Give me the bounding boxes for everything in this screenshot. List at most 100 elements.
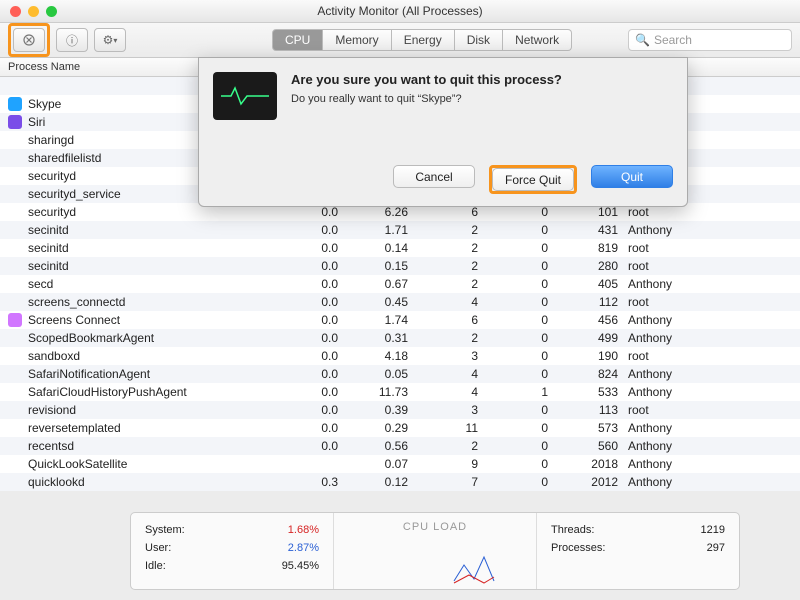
cell-cpu: 0.3 [278, 475, 348, 489]
highlight-force-quit: Force Quit [489, 165, 577, 194]
threads-label: Threads: [551, 521, 594, 539]
tab-network[interactable]: Network [503, 29, 572, 51]
cell-cpu: 0.0 [278, 421, 348, 435]
cell-pid: 533 [558, 385, 628, 399]
cell-user: Anthony [628, 385, 708, 399]
cell-cpu: 0.0 [278, 277, 348, 291]
table-row[interactable]: secinitd0.01.7120431Anthony [0, 221, 800, 239]
tab-memory[interactable]: Memory [323, 29, 391, 51]
cell-th: 4 [418, 385, 488, 399]
processes-label: Processes: [551, 539, 605, 557]
force-quit-button[interactable]: Force Quit [492, 168, 574, 191]
search-icon: 🔍 [635, 33, 650, 47]
titlebar: Activity Monitor (All Processes) [0, 0, 800, 23]
process-name: sandboxd [28, 349, 278, 363]
search-input[interactable]: 🔍 Search [628, 29, 792, 51]
cell-t: 0.29 [348, 421, 418, 435]
window-title: Activity Monitor (All Processes) [0, 4, 800, 18]
table-row[interactable]: revisiond0.00.3930113root [0, 401, 800, 419]
cell-cpu: 0.0 [278, 205, 348, 219]
cell-user: Anthony [628, 457, 708, 471]
user-value: 2.87% [288, 539, 319, 557]
quit-button[interactable]: Quit [591, 165, 673, 188]
system-value: 1.68% [288, 521, 319, 539]
cell-user: root [628, 295, 708, 309]
tab-energy[interactable]: Energy [392, 29, 455, 51]
tab-cpu[interactable]: CPU [272, 29, 323, 51]
process-name: secd [28, 277, 278, 291]
info-button[interactable]: ⓘ [56, 28, 88, 52]
process-name: secinitd [28, 223, 278, 237]
table-row[interactable]: sandboxd0.04.1830190root [0, 347, 800, 365]
activity-monitor-icon [213, 72, 277, 120]
table-row[interactable]: secinitd0.00.1520280root [0, 257, 800, 275]
cell-th: 2 [418, 223, 488, 237]
cell-th: 11 [418, 421, 488, 435]
cell-i: 0 [488, 259, 558, 273]
stop-process-button[interactable] [13, 28, 45, 52]
table-row[interactable]: screens_connectd0.00.4540112root [0, 293, 800, 311]
table-row[interactable]: secd0.00.6720405Anthony [0, 275, 800, 293]
process-name: SafariNotificationAgent [28, 367, 278, 381]
table-row[interactable]: reversetemplated0.00.29110573Anthony [0, 419, 800, 437]
cell-t: 4.18 [348, 349, 418, 363]
tab-bar: CPU Memory Energy Disk Network [272, 29, 572, 51]
cell-i: 1 [488, 385, 558, 399]
cell-cpu: 0.0 [278, 403, 348, 417]
cell-cpu: 0.0 [278, 241, 348, 255]
cell-pid: 456 [558, 313, 628, 327]
cell-t: 1.74 [348, 313, 418, 327]
cell-i: 0 [488, 277, 558, 291]
table-row[interactable]: quicklookd0.30.12702012Anthony [0, 473, 800, 491]
cell-pid: 824 [558, 367, 628, 381]
table-row[interactable]: secinitd0.00.1420819root [0, 239, 800, 257]
cell-user: Anthony [628, 331, 708, 345]
cell-user: root [628, 241, 708, 255]
cell-t: 0.45 [348, 295, 418, 309]
cell-i: 0 [488, 205, 558, 219]
process-name: screens_connectd [28, 295, 278, 309]
cell-cpu: 0.0 [278, 313, 348, 327]
table-row[interactable]: SafariNotificationAgent0.00.0540824Antho… [0, 365, 800, 383]
process-name: secinitd [28, 259, 278, 273]
table-row[interactable]: QuickLookSatellite0.07902018Anthony [0, 455, 800, 473]
process-name: recentsd [28, 439, 278, 453]
cell-i: 0 [488, 421, 558, 435]
dialog-subtitle: Do you really want to quit “Skype”? [291, 93, 673, 105]
settings-button[interactable]: ⚙▾ [94, 28, 126, 52]
cell-pid: 112 [558, 295, 628, 309]
cell-i: 0 [488, 241, 558, 255]
cell-i: 0 [488, 295, 558, 309]
cell-pid: 819 [558, 241, 628, 255]
cell-i: 0 [488, 349, 558, 363]
gear-icon: ⚙ [103, 33, 114, 47]
cell-pid: 101 [558, 205, 628, 219]
quit-dialog: Are you sure you want to quit this proce… [198, 57, 688, 207]
cpu-load-label: CPU LOAD [403, 521, 467, 533]
cell-pid: 405 [558, 277, 628, 291]
cell-cpu: 0.0 [278, 259, 348, 273]
table-row[interactable]: SafariCloudHistoryPushAgent0.011.7341533… [0, 383, 800, 401]
process-icon [8, 97, 22, 111]
process-name: quicklookd [28, 475, 278, 489]
cell-th: 2 [418, 331, 488, 345]
cpu-summary: System:1.68% User:2.87% Idle:95.45% CPU … [130, 512, 740, 590]
cell-pid: 431 [558, 223, 628, 237]
user-label: User: [145, 539, 171, 557]
cell-th: 4 [418, 367, 488, 381]
cell-pid: 2018 [558, 457, 628, 471]
tab-disk[interactable]: Disk [455, 29, 503, 51]
table-row[interactable]: recentsd0.00.5620560Anthony [0, 437, 800, 455]
table-row[interactable]: Screens Connect0.01.7460456Anthony [0, 311, 800, 329]
cancel-button[interactable]: Cancel [393, 165, 475, 188]
chevron-down-icon: ▾ [113, 36, 117, 45]
cell-i: 0 [488, 367, 558, 381]
cell-pid: 560 [558, 439, 628, 453]
cell-t: 11.73 [348, 385, 418, 399]
system-label: System: [145, 521, 185, 539]
processes-value: 297 [707, 539, 725, 557]
cell-t: 0.67 [348, 277, 418, 291]
dialog-title: Are you sure you want to quit this proce… [291, 72, 673, 87]
table-row[interactable]: ScopedBookmarkAgent0.00.3120499Anthony [0, 329, 800, 347]
cell-i: 0 [488, 439, 558, 453]
